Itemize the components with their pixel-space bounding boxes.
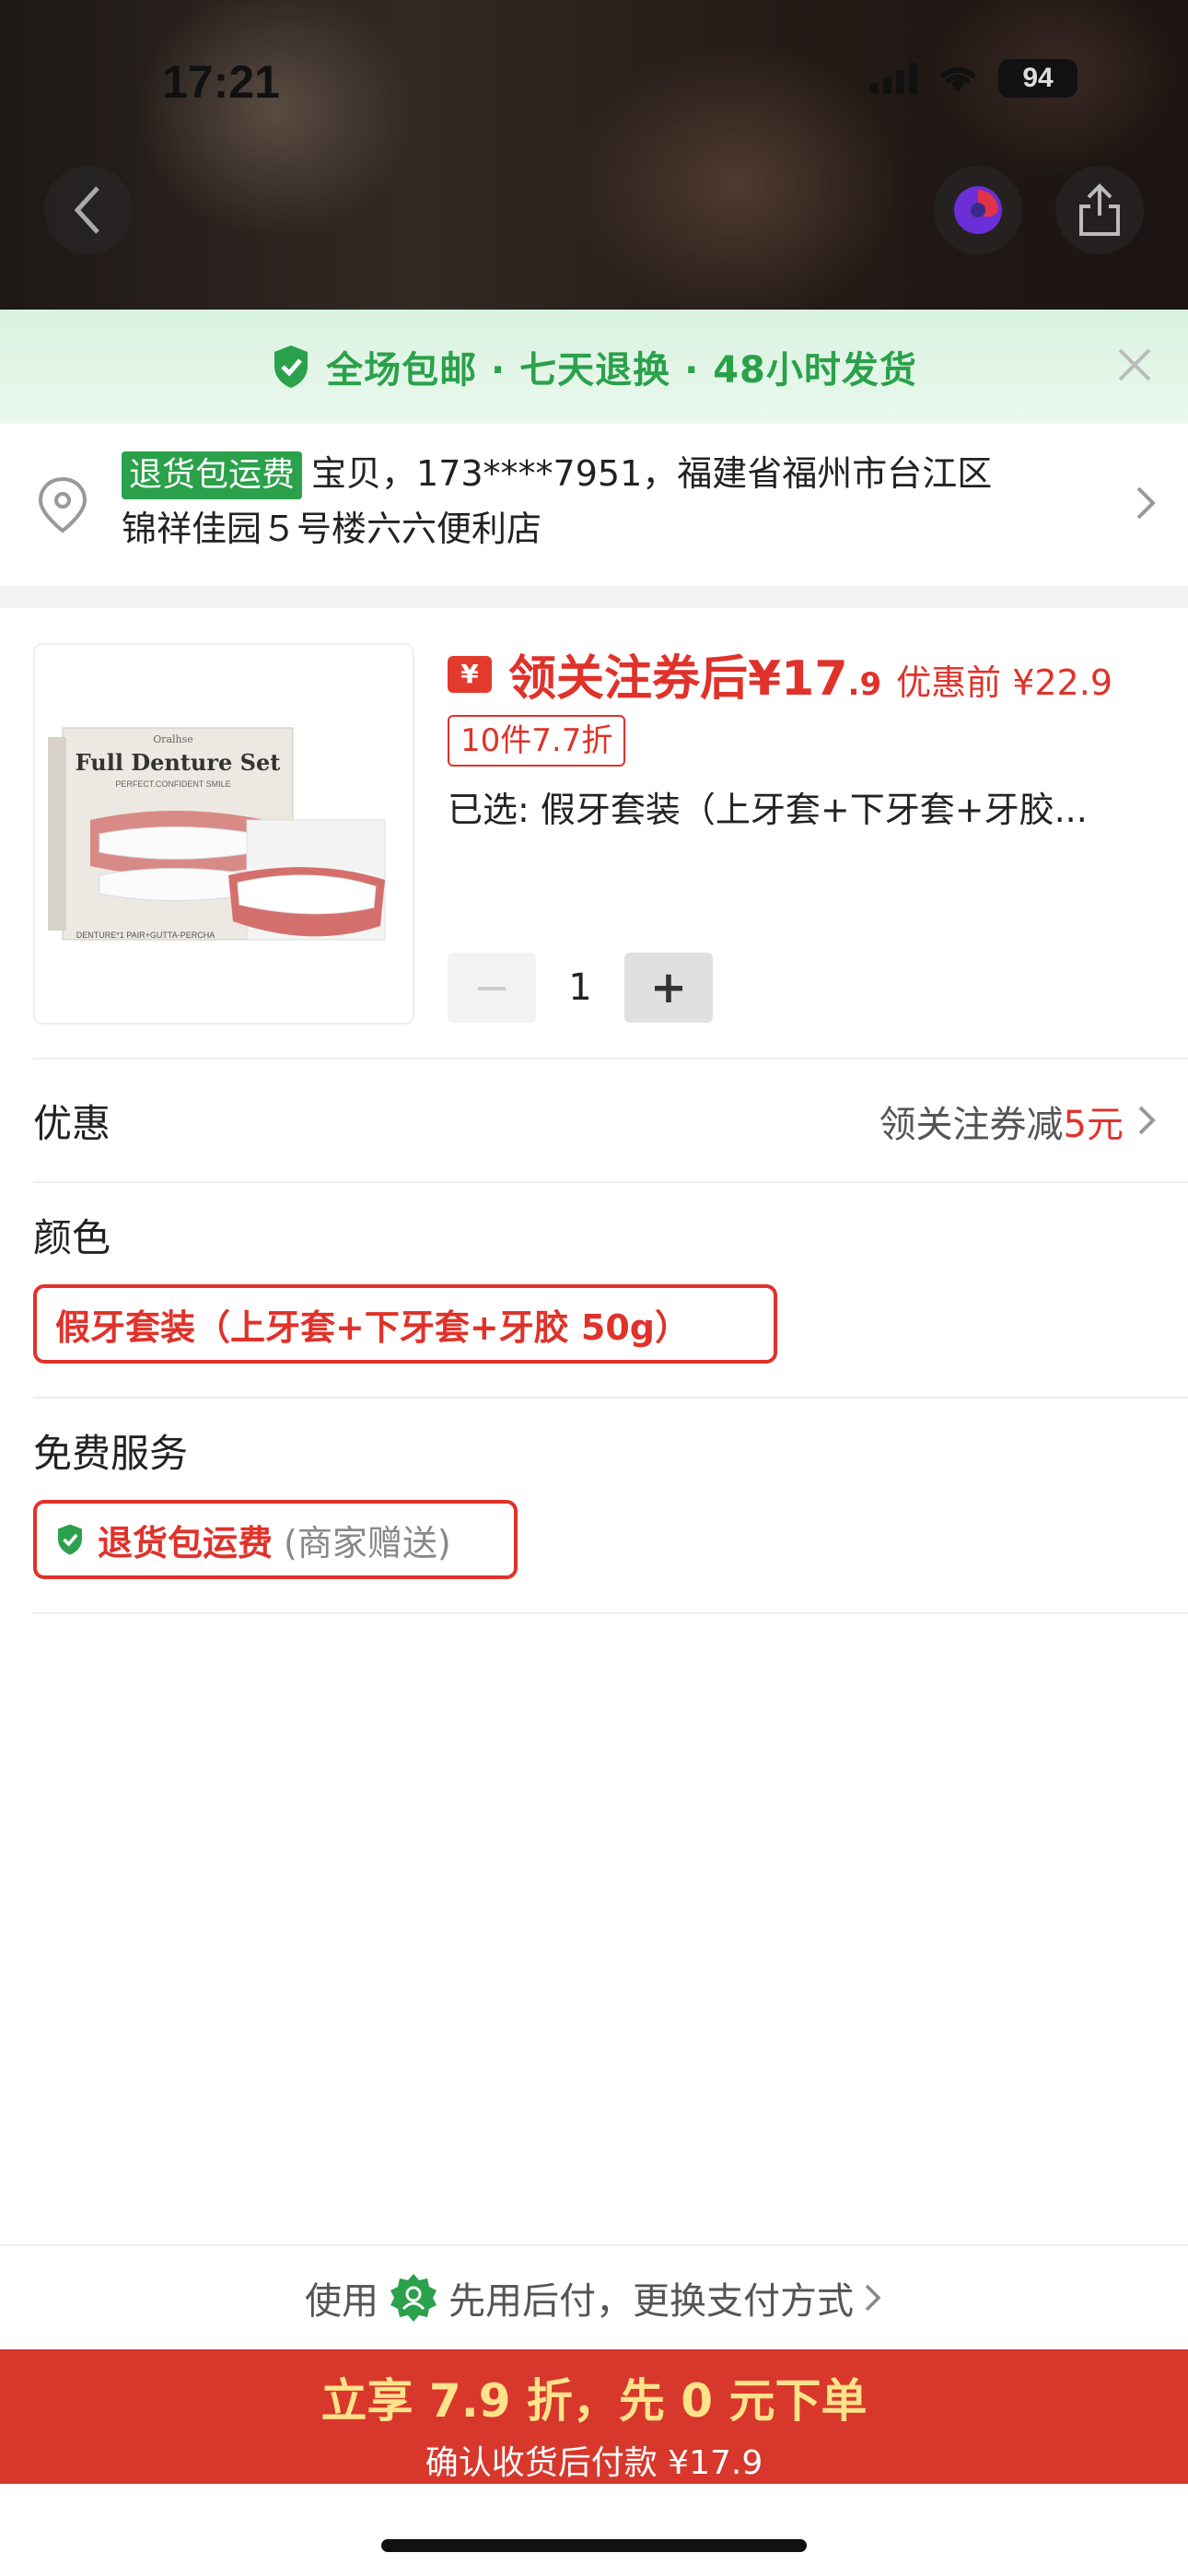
status-time: 17:21 — [162, 56, 280, 108]
promo-text: 全场包邮 · 七天退换 · 48小时发货 — [326, 349, 917, 392]
service-label: 免费服务 — [33, 1431, 189, 1476]
product-brand: Oralhse — [153, 733, 193, 745]
payment-method-text: 先用后付，更换支付方式 — [448, 2280, 854, 2323]
divider — [33, 1612, 1188, 1614]
quantity-stepper: − 1 + — [448, 953, 713, 1023]
order-button-sub-text: 确认收货后付款 ¥17.9 — [425, 2444, 763, 2482]
shield-check-icon — [274, 345, 309, 388]
original-price: 优惠前 ¥22.9 — [896, 662, 1112, 703]
return-shipping-tag: 退货包运费 — [122, 451, 303, 499]
bulk-discount-tag: 10件7.7折 — [448, 715, 626, 767]
selected-variant: 已选: 假牙套装（上牙套+下牙套+牙胶... — [448, 790, 1088, 830]
share-icon — [1079, 183, 1120, 236]
decrease-quantity-button[interactable]: − — [448, 953, 536, 1023]
denture-product-image: Oralhse Full Denture Set PERFECT.CONFIDE… — [48, 727, 386, 941]
promo-banner: 全场包邮 · 七天退换 · 48小时发货 — [0, 310, 1188, 424]
order-button-main-text: 立享 7.9 折，先 0 元下单 — [320, 2374, 868, 2428]
home-indicator — [381, 2539, 807, 2552]
product-thumbnail[interactable]: Oralhse Full Denture Set PERFECT.CONFIDE… — [33, 643, 414, 1025]
chevron-right-icon — [1136, 486, 1156, 520]
service-option-selected[interactable]: 退货包运费 (商家赠送) — [33, 1500, 518, 1579]
divider — [33, 1058, 1188, 1060]
payment-method-row[interactable]: 使用 先用后付，更换支付方式 — [0, 2244, 1188, 2349]
payment-prefix: 使用 — [305, 2280, 379, 2323]
status-icons: 94 — [870, 59, 1077, 98]
offer-value: 领关注券减5元 — [879, 1095, 1124, 1148]
product-title: Full Denture Set — [76, 749, 281, 776]
offer-value-prefix: 领关注券减 — [879, 1104, 1064, 1146]
increase-quantity-button[interactable]: + — [624, 953, 713, 1023]
chevron-left-icon — [74, 186, 99, 234]
color-label: 颜色 — [33, 1215, 111, 1260]
back-button[interactable] — [44, 166, 133, 254]
wifi-icon — [940, 66, 975, 92]
shipping-address[interactable]: 退货包运费 宝贝，173****7951，福建省福州市台江区 锦祥佳园５号楼六六便… — [0, 424, 1188, 586]
pay-later-badge-icon — [390, 2274, 437, 2322]
address-text: 退货包运费 宝贝，173****7951，福建省福州市台江区 锦祥佳园５号楼六六便… — [122, 446, 1098, 556]
color-option-label: 假牙套装（上牙套+下牙套+牙胶 50g） — [55, 1306, 690, 1348]
chevron-right-icon — [1138, 1106, 1156, 1135]
offer-label: 优惠 — [33, 1101, 111, 1146]
divider — [33, 1181, 1188, 1183]
assistant-button[interactable] — [934, 166, 1022, 254]
chevron-right-icon — [865, 2284, 881, 2312]
color-option-selected[interactable]: 假牙套装（上牙套+下牙套+牙胶 50g） — [33, 1284, 777, 1364]
ai-orb-icon — [954, 186, 1002, 234]
service-option-note: (商家赠送) — [284, 1522, 451, 1563]
divider — [33, 1397, 1188, 1399]
coupon-icon: ¥ — [448, 655, 492, 693]
location-pin-icon — [38, 476, 87, 533]
product-hero-image — [0, 0, 1188, 310]
coupon-price-decimal: .9 — [847, 666, 882, 703]
place-order-button[interactable]: 立享 7.9 折，先 0 元下单 确认收货后付款 ¥17.9 — [0, 2349, 1188, 2484]
cellular-signal-icon — [870, 63, 917, 94]
share-button[interactable] — [1055, 166, 1144, 254]
product-footer: DENTURE*1 PAIR+GUTTA-PERCHA — [76, 931, 215, 940]
coupon-price: 领关注券后¥17 — [508, 651, 848, 707]
offer-amount: 5元 — [1063, 1104, 1124, 1146]
price-line: ¥ 领关注券后¥17 .9 优惠前 ¥22.9 — [448, 639, 1112, 708]
quantity-value[interactable]: 1 — [536, 966, 624, 1009]
close-icon[interactable] — [1114, 345, 1155, 385]
address-line1: 宝贝，173****7951，福建省福州市台江区 — [311, 453, 993, 494]
product-tagline: PERFECT.CONFIDENT SMILE — [115, 779, 230, 789]
section-divider — [0, 586, 1188, 608]
service-option-label: 退货包运费 — [98, 1522, 274, 1563]
battery-indicator: 94 — [998, 59, 1077, 98]
address-line2: 锦祥佳园５号楼六六便利店 — [122, 509, 542, 549]
shield-check-icon — [58, 1524, 82, 1555]
